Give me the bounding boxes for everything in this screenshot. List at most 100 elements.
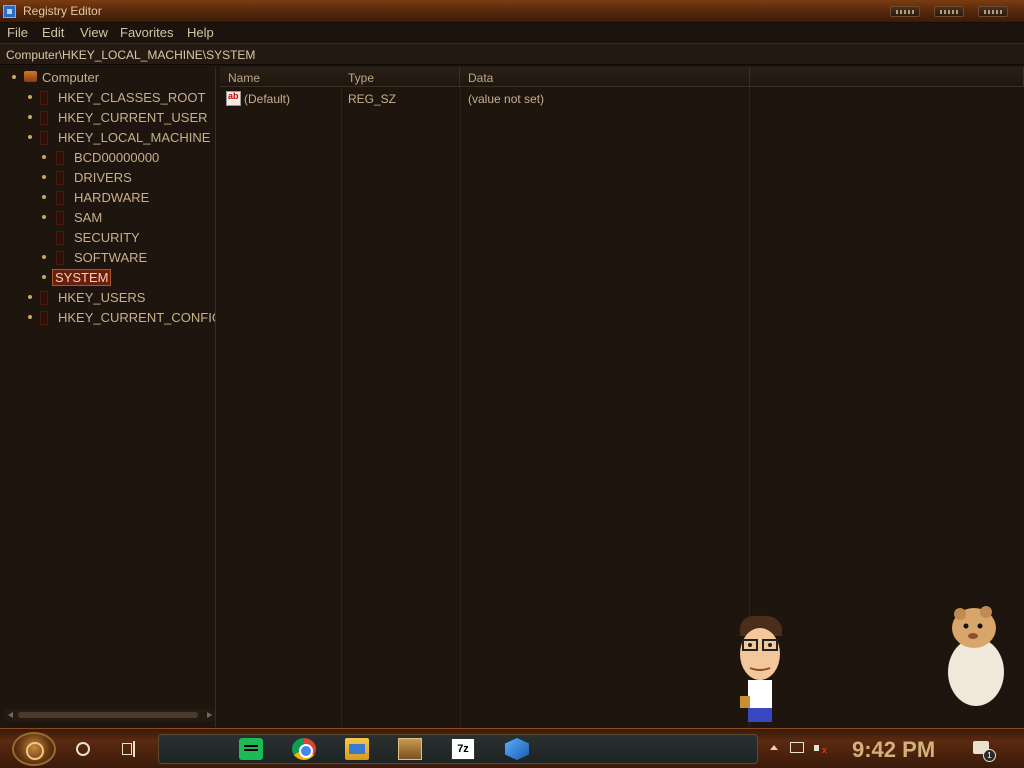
scrollbar-thumb[interactable] (18, 712, 198, 718)
menu-view[interactable]: View (80, 25, 108, 40)
tree-item-hkey-users[interactable]: HKEY_USERS (2, 288, 212, 308)
start-button[interactable] (12, 732, 56, 766)
folder-icon (56, 171, 64, 185)
menu-favorites[interactable]: Favorites (120, 25, 173, 40)
tree-item-hkey-classes-root[interactable]: HKEY_CLASSES_ROOT (2, 88, 212, 108)
folder-icon (56, 151, 64, 165)
taskbar-app-panel: 7z (158, 734, 758, 764)
cubes-icon[interactable] (505, 738, 529, 760)
window-title: Registry Editor (23, 4, 102, 18)
menu-help[interactable]: Help (187, 25, 214, 40)
address-path[interactable]: Computer\HKEY_LOCAL_MACHINE\SYSTEM (6, 48, 255, 62)
tree-item-hkey-current-config[interactable]: HKEY_CURRENT_CONFIG (2, 308, 216, 328)
expander-icon[interactable] (42, 275, 46, 279)
search-icon[interactable] (76, 742, 90, 756)
tree-item-security[interactable]: SECURITY (2, 228, 212, 248)
7zip-icon[interactable]: 7z (451, 738, 475, 760)
menu-bar: File Edit View Favorites Help (0, 23, 1024, 43)
file-explorer-icon[interactable] (345, 738, 369, 760)
chrome-icon[interactable] (292, 738, 316, 760)
folder-icon (56, 191, 64, 205)
tree-label: Computer (42, 70, 100, 85)
string-value-icon: ab (226, 91, 241, 106)
scroll-left-icon[interactable] (8, 712, 13, 718)
task-view-icon[interactable] (122, 741, 140, 757)
tree-label: HKEY_LOCAL_MACHINE (58, 130, 211, 145)
tree-item-hardware[interactable]: HARDWARE (2, 188, 212, 208)
folder-icon (56, 251, 64, 265)
minimize-button[interactable] (890, 6, 920, 17)
table-row[interactable]: ab (Default) REG_SZ (value not set) (220, 89, 1024, 109)
tree-label: BCD00000000 (74, 150, 160, 165)
menu-file[interactable]: File (7, 25, 28, 40)
gamebox-icon[interactable] (398, 738, 422, 760)
folder-icon (40, 111, 48, 125)
value-type: REG_SZ (348, 92, 397, 106)
tree-label: HKEY_CLASSES_ROOT (58, 90, 206, 105)
address-bar[interactable]: Computer\HKEY_LOCAL_MACHINE\SYSTEM (0, 43, 1024, 65)
tree-item-drivers[interactable]: DRIVERS (2, 168, 212, 188)
tree-item-computer[interactable]: Computer (2, 68, 212, 88)
expander-icon[interactable] (28, 135, 32, 139)
expander-icon[interactable] (42, 155, 46, 159)
maximize-button[interactable] (934, 6, 964, 17)
volume-muted-icon[interactable] (814, 741, 828, 755)
values-list[interactable]: Name Type Data ab (Default) REG_SZ (valu… (220, 67, 1024, 727)
tree-item-hkey-local-machine[interactable]: HKEY_LOCAL_MACHINE (2, 128, 212, 148)
column-header-data[interactable]: Data (460, 67, 750, 87)
tree-horizontal-scrollbar[interactable] (4, 709, 215, 721)
tree-label: SYSTEM (52, 269, 112, 286)
expander-icon[interactable] (42, 215, 46, 219)
expander-icon[interactable] (28, 115, 32, 119)
desktop: Registry Editor File Edit View Favorites… (0, 0, 1024, 768)
tree-label: SAM (74, 210, 103, 225)
expander-icon[interactable] (42, 255, 46, 259)
title-bar: Registry Editor (0, 0, 1024, 23)
tree-label: HKEY_USERS (58, 290, 146, 305)
column-header-type[interactable]: Type (340, 67, 460, 87)
tree-label: SECURITY (74, 230, 140, 245)
notification-count-badge: 1 (983, 749, 996, 762)
tree-label: DRIVERS (74, 170, 132, 185)
cartoon-character-icon (740, 615, 782, 722)
tree-item-sam[interactable]: SAM (2, 208, 212, 228)
registry-editor-icon (3, 5, 16, 18)
folder-icon (56, 231, 64, 245)
network-icon[interactable] (790, 742, 804, 753)
tree-item-software[interactable]: SOFTWARE (2, 248, 212, 268)
tree-label: SOFTWARE (74, 250, 148, 265)
expander-icon[interactable] (28, 315, 32, 319)
taskbar-clock[interactable]: 9:42 PM (852, 737, 935, 763)
folder-icon (40, 311, 48, 325)
column-divider (341, 87, 342, 727)
hamster-icon (948, 606, 1004, 706)
folder-icon (40, 291, 48, 305)
expander-icon[interactable] (42, 195, 46, 199)
computer-icon (24, 71, 37, 82)
folder-icon (40, 91, 48, 105)
tree-item-system[interactable]: SYSTEM (2, 268, 212, 288)
show-hidden-icons-icon[interactable] (770, 745, 778, 750)
tree-item-bcd00000000[interactable]: BCD00000000 (2, 148, 212, 168)
expander-icon[interactable] (42, 175, 46, 179)
value-name: (Default) (244, 92, 291, 106)
value-data: (value not set) (468, 92, 545, 106)
tree-label: HKEY_CURRENT_USER (58, 110, 208, 125)
column-divider (460, 87, 461, 727)
expander-icon[interactable] (12, 75, 16, 79)
spotify-icon[interactable] (239, 738, 263, 760)
taskbar: 7z 9:42 PM 1 (0, 728, 1024, 768)
expander-icon[interactable] (28, 295, 32, 299)
column-header-empty (750, 67, 1024, 87)
column-header-name[interactable]: Name (220, 67, 342, 87)
expander-icon[interactable] (28, 95, 32, 99)
folder-icon (56, 211, 64, 225)
tree-item-hkey-current-user[interactable]: HKEY_CURRENT_USER (2, 108, 212, 128)
key-tree[interactable]: Computer HKEY_CLASSES_ROOT HKEY_CURRENT_… (2, 67, 216, 727)
menu-edit[interactable]: Edit (42, 25, 64, 40)
folder-icon (40, 131, 48, 145)
tree-label: HKEY_CURRENT_CONFIG (58, 310, 216, 325)
scroll-right-icon[interactable] (207, 712, 212, 718)
close-button[interactable] (978, 6, 1008, 17)
tree-label: HARDWARE (74, 190, 150, 205)
